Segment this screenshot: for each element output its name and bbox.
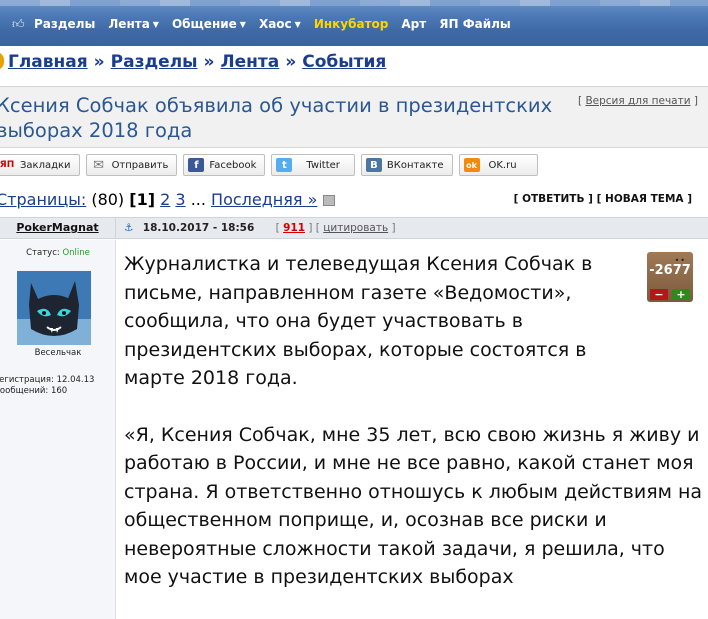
facebook-share-button[interactable]: f Facebook <box>183 154 266 176</box>
breadcrumb-separator: » <box>93 52 105 72</box>
twitter-icon: t <box>276 158 293 172</box>
page-link-3[interactable]: 3 <box>175 190 185 209</box>
vk-share-button[interactable]: B ВКонтакте <box>360 154 453 176</box>
wolf-avatar-icon <box>17 271 91 345</box>
page-jump-icon[interactable] <box>323 195 336 206</box>
header-banner-strip <box>0 0 708 6</box>
topic-title-box: Ксения Собчак объявила об участии в през… <box>0 86 708 148</box>
chevron-down-icon: ▼ <box>294 20 301 29</box>
twitter-share-button[interactable]: t Twitter <box>271 154 355 176</box>
bookmarks-button[interactable]: ЯП Закладки <box>0 154 80 176</box>
post-author-link[interactable]: PokerMagnat <box>0 218 116 238</box>
nav-item-inkubator[interactable]: Инкубатор <box>314 17 389 31</box>
message-count: Сообщений: 160 <box>0 386 68 396</box>
post-rating: •• -2677 − + <box>647 252 693 302</box>
pagination-bar: Страницы: (80) [1] 2 3 ... Последняя » [… <box>0 190 704 212</box>
nav-items: 👍︎ Разделы Лента ▼ Общение ▼ Хаос ▼ Инкубат… <box>12 17 524 31</box>
ok-share-button[interactable]: ok OK.ru <box>458 154 538 176</box>
ok-icon: ok <box>463 158 480 172</box>
share-bar: ЯП Закладки ✉ Отправить f Facebook t Twi… <box>0 153 544 177</box>
breadcrumb-separator: » <box>203 52 215 72</box>
last-page-link[interactable]: Последняя » <box>211 190 317 209</box>
thumbs-up-icon[interactable]: 👍︎ <box>12 18 26 30</box>
topic-actions: [ ОТВЕТИТЬ ] [ НОВАЯ ТЕМА ] <box>514 193 692 205</box>
post-meta: ⚓︎ 18.10.2017 - 18:56 [ 911 ] [ цитирова… <box>124 222 396 234</box>
new-topic-button[interactable]: [ НОВАЯ ТЕМА ] <box>597 193 692 205</box>
nav-item-lenta[interactable]: Лента ▼ <box>108 17 159 31</box>
vk-icon: B <box>365 158 382 172</box>
page-link-2[interactable]: 2 <box>160 190 170 209</box>
author-profile: Статус: Online Весельчак Регистрация: 12… <box>0 240 116 619</box>
envelope-icon: ✉ <box>93 157 105 173</box>
rating-minus-button[interactable]: − <box>650 289 668 300</box>
print-version: [ Версия для печати ] <box>577 95 698 107</box>
facebook-icon: f <box>188 158 205 172</box>
breadcrumb-link-home[interactable]: Главная <box>8 52 88 72</box>
print-version-link[interactable]: Версия для печати <box>585 95 690 107</box>
post-date: 18.10.2017 - 18:56 <box>142 222 255 234</box>
post-header: PokerMagnat ⚓︎ 18.10.2017 - 18:56 [ 911 … <box>0 217 708 239</box>
user-stats: Регистрация: 12.04.13 Сообщений: 160 <box>0 375 94 397</box>
anchor-icon[interactable]: ⚓︎ <box>124 222 133 234</box>
rating-value: -2677 <box>649 263 691 278</box>
rating-plus-button[interactable]: + <box>672 289 690 300</box>
top-navigation-bar: 👍︎ Разделы Лента ▼ Общение ▼ Хаос ▼ Инкубат… <box>0 0 708 46</box>
registration-date: Регистрация: 12.04.13 <box>0 375 95 385</box>
nav-item-art[interactable]: Арт <box>401 17 426 31</box>
breadcrumb-link-sections[interactable]: Разделы <box>111 52 198 72</box>
breadcrumb: Главная» Разделы» Лента» События <box>0 52 386 72</box>
nav-item-khaos[interactable]: Хаос ▼ <box>259 17 301 31</box>
chevron-down-icon: ▼ <box>239 20 246 29</box>
yap-icon: ЯП <box>0 160 15 170</box>
topic-title: Ксения Собчак объявила об участии в през… <box>0 94 553 142</box>
send-email-button[interactable]: ✉ Отправить <box>85 154 178 176</box>
pages-ellipsis: ... <box>190 190 206 209</box>
user-rank: Весельчак <box>34 348 82 358</box>
breadcrumb-link-events[interactable]: События <box>302 52 386 72</box>
post-paragraph: Журналистка и телеведущая Ксения Собчак … <box>124 253 593 389</box>
chevron-down-icon: ▼ <box>152 20 159 29</box>
current-page: [1] <box>129 190 156 209</box>
pages-count: (80) <box>91 190 125 209</box>
post-number-link[interactable]: 911 <box>283 222 305 234</box>
pages-label-link[interactable]: Страницы: <box>0 190 86 209</box>
breadcrumb-link-feed[interactable]: Лента <box>221 52 280 72</box>
nav-item-razdely[interactable]: Разделы <box>34 17 95 31</box>
reply-button[interactable]: [ ОТВЕТИТЬ ] <box>514 193 593 205</box>
breadcrumb-separator: » <box>285 52 297 72</box>
nav-item-obshchenie[interactable]: Общение ▼ <box>172 17 246 31</box>
nav-item-yap-files[interactable]: ЯП Файлы <box>439 17 511 31</box>
breadcrumb-bullet-icon <box>0 52 4 70</box>
post-paragraph: «Я, Ксения Собчак, мне 35 лет, всю свою … <box>124 423 703 589</box>
avatar[interactable] <box>17 271 91 345</box>
quote-link[interactable]: цитировать <box>323 222 388 234</box>
online-status: Статус: Online <box>26 248 90 258</box>
pagination: Страницы: (80) [1] 2 3 ... Последняя » <box>0 190 336 209</box>
post-body: Журналистка и телеведущая Ксения Собчак … <box>124 250 704 619</box>
